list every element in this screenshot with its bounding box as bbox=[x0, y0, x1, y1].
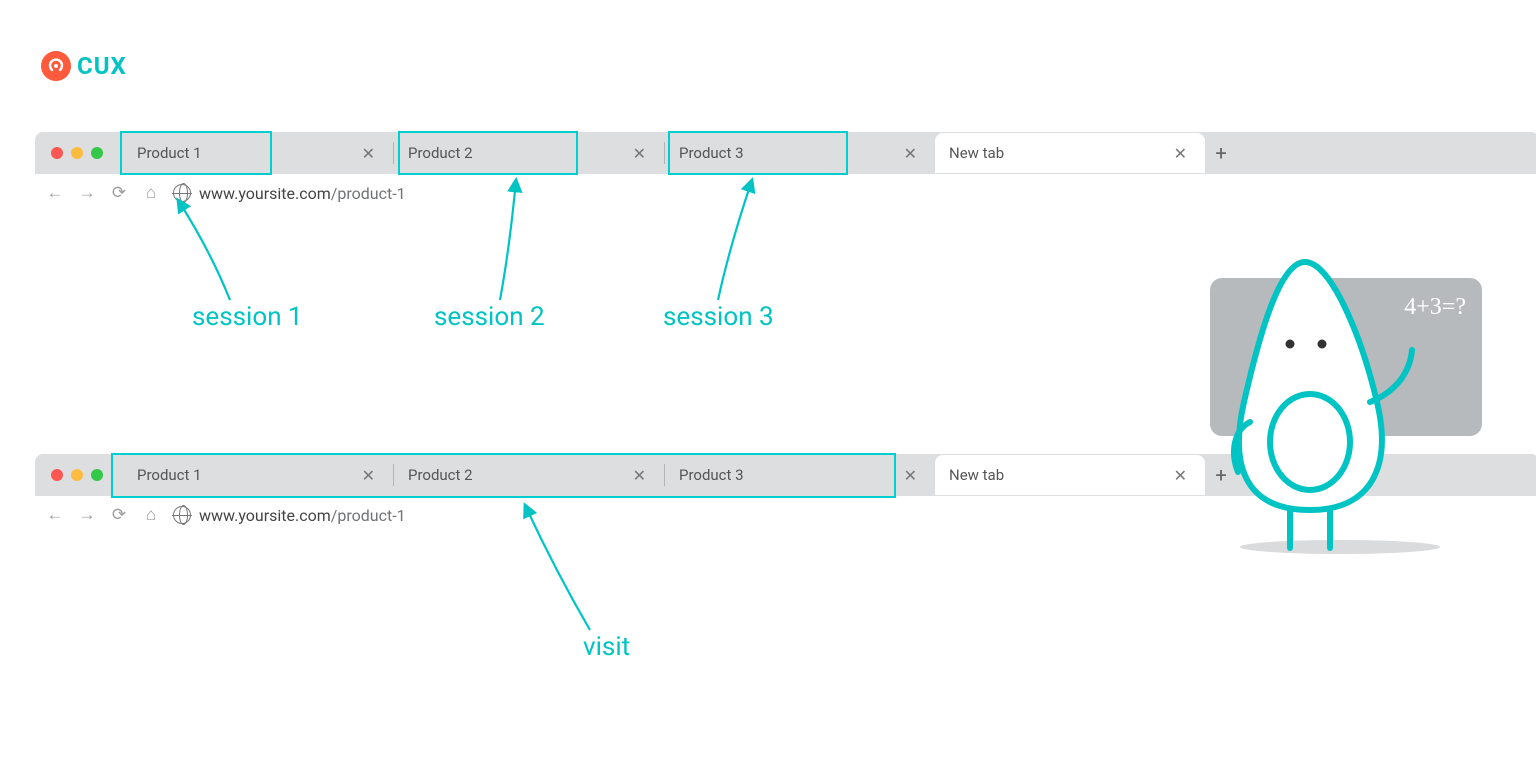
forward-icon[interactable]: → bbox=[77, 505, 97, 525]
tab-label: New tab bbox=[949, 144, 1162, 162]
cux-logo-text: CUX bbox=[77, 52, 127, 80]
avocado-character bbox=[1220, 252, 1440, 562]
new-tab-button[interactable]: + bbox=[1205, 137, 1237, 169]
close-icon[interactable]: ✕ bbox=[629, 144, 650, 163]
close-icon[interactable]: ✕ bbox=[900, 144, 921, 163]
tab-new-tab[interactable]: New tab ✕ bbox=[935, 133, 1205, 173]
url-path: /product-1 bbox=[331, 506, 406, 525]
tab-product-1[interactable]: Product 1 ✕ bbox=[123, 133, 393, 173]
close-icon[interactable]: ✕ bbox=[900, 466, 921, 485]
close-icon[interactable]: ✕ bbox=[629, 466, 650, 485]
close-window-icon[interactable] bbox=[51, 147, 63, 159]
annotation-visit: visit bbox=[583, 632, 630, 662]
url-host: www.yoursite.com bbox=[199, 506, 331, 525]
tab-label: Product 3 bbox=[679, 144, 892, 162]
minimize-window-icon[interactable] bbox=[71, 469, 83, 481]
reload-icon[interactable]: ⟳ bbox=[109, 505, 129, 525]
close-icon[interactable]: ✕ bbox=[1170, 144, 1191, 163]
home-icon[interactable]: ⌂ bbox=[141, 183, 161, 203]
annotation-session-1: session 1 bbox=[192, 302, 303, 332]
tab-product-2[interactable]: Product 2 ✕ bbox=[394, 133, 664, 173]
annotation-session-2: session 2 bbox=[434, 302, 545, 332]
annotation-session-3: session 3 bbox=[663, 302, 774, 332]
tab-label: Product 1 bbox=[137, 466, 350, 484]
url-host: www.yoursite.com bbox=[199, 184, 331, 203]
minimize-window-icon[interactable] bbox=[71, 147, 83, 159]
tab-product-1[interactable]: Product 1 ✕ bbox=[123, 455, 393, 495]
browser-window-sessions: Product 1 ✕ Product 2 ✕ Product 3 ✕ New … bbox=[35, 132, 1536, 212]
tab-new-tab[interactable]: New tab ✕ bbox=[935, 455, 1205, 495]
tab-label: Product 1 bbox=[137, 144, 350, 162]
tab-label: New tab bbox=[949, 466, 1162, 484]
url-field[interactable]: www.yoursite.com/product-1 bbox=[173, 184, 406, 203]
close-icon[interactable]: ✕ bbox=[1170, 466, 1191, 485]
globe-icon bbox=[173, 184, 191, 202]
cux-logo: CUX bbox=[41, 51, 127, 81]
address-bar: ← → ⟳ ⌂ www.yoursite.com/product-1 bbox=[35, 174, 1536, 212]
tab-label: Product 3 bbox=[679, 466, 892, 484]
window-controls[interactable] bbox=[51, 469, 103, 481]
reload-icon[interactable]: ⟳ bbox=[109, 183, 129, 203]
close-icon[interactable]: ✕ bbox=[358, 466, 379, 485]
tab-strip: Product 1 ✕ Product 2 ✕ Product 3 ✕ New … bbox=[35, 132, 1536, 174]
tab-product-3[interactable]: Product 3 ✕ bbox=[665, 455, 935, 495]
url-field[interactable]: www.yoursite.com/product-1 bbox=[173, 506, 406, 525]
back-icon[interactable]: ← bbox=[45, 183, 65, 203]
url-path: /product-1 bbox=[331, 184, 406, 203]
back-icon[interactable]: ← bbox=[45, 505, 65, 525]
tab-label: Product 2 bbox=[408, 144, 621, 162]
globe-icon bbox=[173, 506, 191, 524]
close-window-icon[interactable] bbox=[51, 469, 63, 481]
tab-product-3[interactable]: Product 3 ✕ bbox=[665, 133, 935, 173]
close-icon[interactable]: ✕ bbox=[358, 144, 379, 163]
tab-label: Product 2 bbox=[408, 466, 621, 484]
maximize-window-icon[interactable] bbox=[91, 147, 103, 159]
window-controls[interactable] bbox=[51, 147, 103, 159]
tab-product-2[interactable]: Product 2 ✕ bbox=[394, 455, 664, 495]
maximize-window-icon[interactable] bbox=[91, 469, 103, 481]
forward-icon[interactable]: → bbox=[77, 183, 97, 203]
home-icon[interactable]: ⌂ bbox=[141, 505, 161, 525]
cux-logo-icon bbox=[41, 51, 71, 81]
